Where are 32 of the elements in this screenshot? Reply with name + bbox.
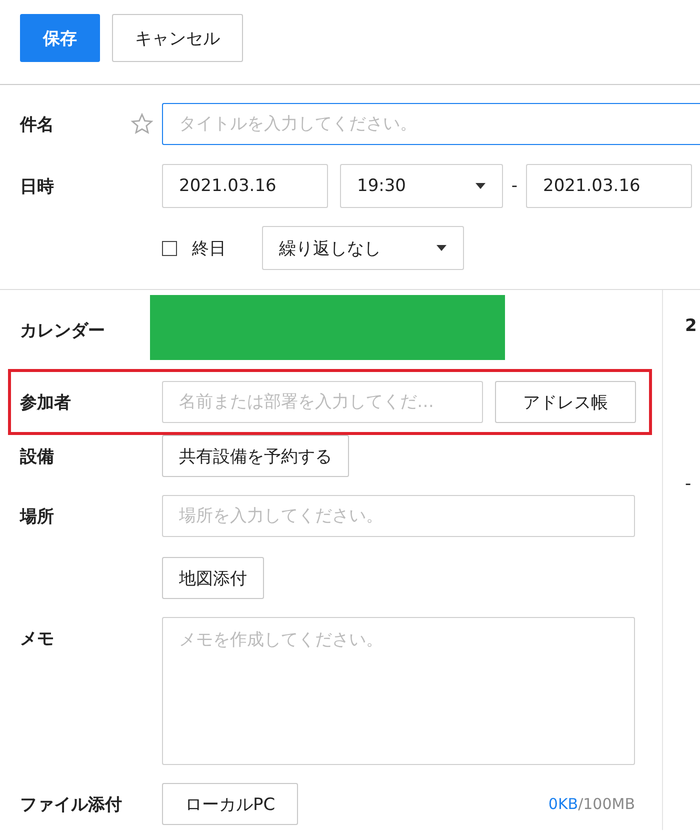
reserve-equipment-button[interactable]: 共有設備を予約する [162, 435, 349, 477]
cancel-button[interactable]: キャンセル [112, 14, 243, 62]
field-label: カレンダー [19, 320, 106, 342]
local-pc-button[interactable]: ローカルPC [162, 783, 298, 825]
range-separator: - [510, 176, 519, 196]
field-label: 日時 [19, 176, 55, 198]
checkbox-label: 終日 [192, 238, 227, 260]
start-date-field[interactable]: 2021.03.16 [162, 164, 328, 208]
save-button[interactable]: 保存 [20, 14, 100, 62]
attendee-input-field[interactable]: 名前または部署を入力してくだ… [162, 381, 483, 423]
title-input-field[interactable]: タイトルを入力してください。 [162, 103, 700, 145]
attach-map-button[interactable]: 地図添付 [162, 557, 264, 599]
place-input-field[interactable]: 場所を入力してください。 [162, 495, 635, 537]
side-panel-text: 2 [685, 316, 697, 336]
caret-icon [475, 183, 486, 189]
file-size-text: 0KB/100MB [548, 795, 635, 813]
field-label: 場所 [18, 506, 55, 528]
repeat-dropdown[interactable]: 繰り返しなし [262, 226, 464, 270]
field-label: 参加者 [19, 392, 72, 414]
end-date-field[interactable]: 2021.03.16 [526, 164, 692, 208]
memo-text-area[interactable]: メモを作成してください。 [162, 617, 635, 765]
all-day-checkbox[interactable] [162, 240, 177, 256]
side-panel-text: - [685, 474, 692, 494]
address-book-button[interactable]: アドレス帳 [495, 381, 636, 423]
calendar-color-block[interactable] [150, 295, 505, 360]
field-label: ファイル添付 [19, 794, 123, 816]
start-time-dropdown[interactable]: 19:30 [340, 164, 503, 208]
field-label: メモ [19, 628, 55, 650]
star-icon[interactable] [130, 112, 154, 136]
field-label: 件名 [18, 114, 55, 136]
caret-icon [436, 245, 447, 251]
field-label: 設備 [18, 446, 55, 468]
